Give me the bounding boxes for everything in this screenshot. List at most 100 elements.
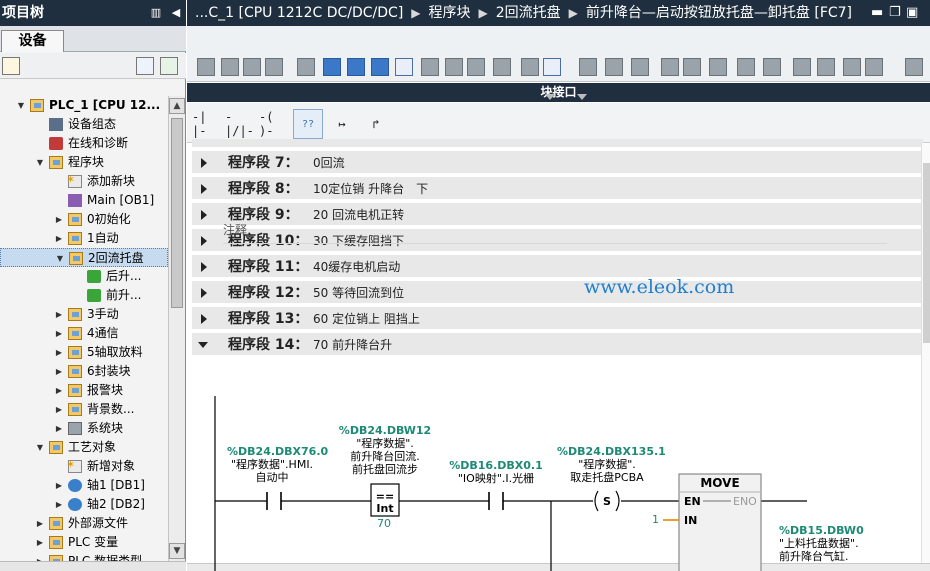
tree-node[interactable]: ▶ 报警块	[0, 381, 168, 400]
tree-vertical-scrollbar[interactable]: ▲ ▼	[168, 96, 185, 561]
move-out-operand[interactable]: %DB15.DBW0 "上料托盘数据". 前升降台气缸.	[779, 524, 864, 563]
empty-box-icon[interactable]: ??	[293, 109, 323, 139]
breadcrumb-cpu[interactable]: ...C_1 [CPU 1212C DC/DC/DC]	[195, 5, 403, 21]
tree-node[interactable]: ▶ 4通信	[0, 324, 168, 343]
pin-icon[interactable]: ▥	[150, 6, 162, 19]
network-header[interactable]: 程序段 10： 30 下缓存阻挡下	[192, 229, 923, 253]
tree-horizontal-scrollbar[interactable]	[0, 561, 186, 571]
tree-node[interactable]: ▶ PLC 变量	[0, 533, 168, 552]
network-title[interactable]: 60 定位销上 阻挡上	[313, 307, 420, 331]
collapse-arrow-icon[interactable]: ▼	[35, 443, 45, 453]
scroll-thumb[interactable]	[923, 163, 930, 343]
expand-arrow-icon[interactable]	[201, 236, 207, 246]
compare-icon[interactable]	[265, 58, 283, 76]
tree-node[interactable]: ▼ PLC_1 [CPU 12...	[0, 96, 168, 115]
tree-node[interactable]: 设备组态	[0, 115, 168, 134]
absolute-icon[interactable]	[493, 58, 511, 76]
network-header[interactable]: 程序段 8： 10定位销 升降台 下	[192, 177, 923, 201]
expand-arrow-icon[interactable]: ▶	[54, 310, 64, 320]
expand-arrow-icon[interactable]: ▶	[54, 234, 64, 244]
tree-node[interactable]: ▼ 2回流托盘	[0, 248, 168, 267]
tree-node[interactable]: 在线和诊断	[0, 134, 168, 153]
replace-icon[interactable]	[683, 58, 701, 76]
inline-icon[interactable]	[445, 58, 463, 76]
tree-node[interactable]: ▶ 3手动	[0, 305, 168, 324]
search-icon[interactable]	[631, 58, 649, 76]
tab-devices[interactable]: 设备	[1, 30, 64, 52]
insert-network-icon[interactable]	[323, 58, 341, 76]
tree-node[interactable]: ▶ 6封装块	[0, 362, 168, 381]
no-contact-icon[interactable]: -| |-	[192, 109, 222, 139]
next-bookmark-icon[interactable]	[817, 58, 835, 76]
expand-arrow-icon[interactable]	[201, 184, 207, 194]
expand-arrow-icon[interactable]: ▶	[54, 386, 64, 396]
scroll-down-icon[interactable]: ▼	[169, 543, 185, 559]
tree-node[interactable]: 新增对象	[0, 455, 168, 476]
comment-icon[interactable]	[395, 58, 413, 76]
expand-arrow-icon[interactable]: ▶	[54, 329, 64, 339]
expand-arrow-icon[interactable]: ▶	[54, 500, 64, 510]
show-favorites-icon[interactable]	[543, 58, 561, 76]
tree-node[interactable]: ▼ 程序块	[0, 153, 168, 172]
splitter-arrow-icon[interactable]	[577, 94, 587, 100]
tree-node[interactable]: Main [OB1]	[0, 191, 168, 210]
network-title[interactable]: 40缓存电机启动	[313, 255, 400, 279]
open-branch-icon[interactable]: ↦	[327, 109, 357, 139]
network-title[interactable]: 20 回流电机正转	[313, 203, 404, 227]
scroll-up-icon[interactable]: ▲	[169, 98, 185, 114]
breadcrumb-block[interactable]: 前升降台—启动按钮放托盘—卸托盘 [FC7]	[586, 5, 852, 21]
network-header[interactable]: 程序段 9： 20 回流电机正转	[192, 203, 923, 227]
expand-arrow-icon[interactable]: ▶	[35, 538, 45, 548]
contact2-operand[interactable]: %DB16.DBX0.1 "IO映射".I.光栅	[449, 459, 543, 485]
find-icon[interactable]	[661, 58, 679, 76]
editor-vertical-scrollbar[interactable]	[921, 143, 930, 563]
tree-node[interactable]: ▶ 0初始化	[0, 210, 168, 229]
nc-contact-icon[interactable]: -|/|-	[225, 109, 255, 139]
monitor-icon[interactable]	[197, 58, 215, 76]
symbolic-icon[interactable]	[521, 58, 539, 76]
collapse-left-icon[interactable]: ◀	[170, 6, 182, 19]
network-header[interactable]: 程序段 14： 70 前升降台升	[192, 333, 923, 357]
expand-arrow-icon[interactable]: ▶	[54, 215, 64, 225]
network-header[interactable]: 程序段 7： 0回流	[192, 151, 923, 175]
next-error-icon[interactable]	[737, 58, 755, 76]
jump-icon[interactable]	[709, 58, 727, 76]
network-comment[interactable]: 注释	[223, 221, 247, 238]
expand-arrow-icon[interactable]: ▶	[54, 424, 64, 434]
diag-icon[interactable]	[243, 58, 261, 76]
monitor-off-icon[interactable]	[221, 58, 239, 76]
maximize-icon[interactable]: ▣	[906, 0, 918, 26]
collapse-arrow-icon[interactable]	[198, 342, 208, 348]
collapse-arrow-icon[interactable]: ▼	[35, 158, 45, 168]
open-all-icon[interactable]	[579, 58, 597, 76]
coil-icon[interactable]: -( )-	[259, 109, 289, 139]
collapse-toolbar-icon[interactable]	[905, 58, 923, 76]
play-icon[interactable]	[843, 58, 861, 76]
tree-node[interactable]: 添加新块	[0, 170, 168, 191]
network-title[interactable]: 30 下缓存阻挡下	[313, 229, 404, 253]
tree-node[interactable]: ▶ 外部源文件	[0, 514, 168, 533]
new-project-icon[interactable]	[2, 57, 20, 75]
minimize-icon[interactable]: ▬	[871, 0, 883, 26]
breadcrumb-group[interactable]: 2回流托盘	[496, 5, 561, 21]
expand-arrow-icon[interactable]	[201, 262, 207, 272]
bookmark-icon[interactable]	[793, 58, 811, 76]
export-icon[interactable]	[160, 57, 178, 75]
expand-arrow-icon[interactable]: ▶	[35, 519, 45, 529]
expand-arrow-icon[interactable]	[201, 158, 207, 168]
tree-node[interactable]: ▶PLC 数据类型	[0, 552, 168, 561]
tree-node[interactable]: ▶ 轴2 [DB2]	[0, 495, 168, 514]
block-interface-bar[interactable]: 块接口	[187, 83, 930, 102]
prev-error-icon[interactable]	[763, 58, 781, 76]
tree-node[interactable]: ▼ 工艺对象	[0, 438, 168, 457]
insert-row-icon[interactable]	[371, 58, 389, 76]
tree-node[interactable]: ▶ 轴1 [DB1]	[0, 476, 168, 495]
editor-horizontal-scrollbar[interactable]	[187, 563, 930, 571]
network-header[interactable]: 程序段 11： 40缓存电机启动	[192, 255, 923, 279]
expand-arrow-icon[interactable]: ▶	[54, 348, 64, 358]
tree-node[interactable]: 前升...	[0, 286, 168, 305]
contact1-operand[interactable]: %DB24.DBX76.0 "程序数据".HMI. 自动中	[227, 445, 328, 484]
delete-network-icon[interactable]	[347, 58, 365, 76]
network-title[interactable]: 50 等待回流到位	[313, 281, 404, 305]
reset-icon[interactable]	[467, 58, 485, 76]
